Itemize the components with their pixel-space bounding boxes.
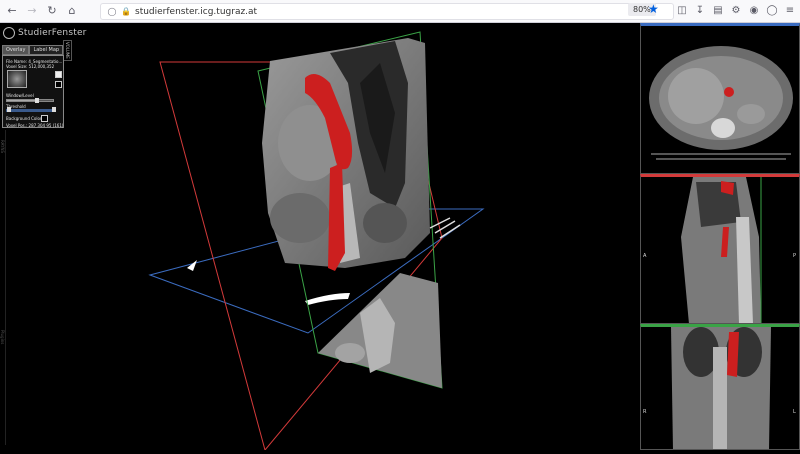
sagittal-slice-image[interactable]: A P	[641, 177, 800, 324]
aorta-segmentation	[724, 87, 734, 97]
reload-icon[interactable]: ↻	[44, 3, 60, 19]
couch-stripes	[429, 217, 461, 239]
kidney-region	[737, 104, 765, 124]
coronal-slice-image[interactable]: R L	[641, 327, 800, 450]
side-label-rayns[interactable]: RAYNS	[0, 140, 5, 153]
shield-icon[interactable]: ◯	[766, 4, 778, 18]
vertebra	[335, 343, 365, 363]
axial-slice-image[interactable]	[641, 26, 800, 174]
logo-text: StudierFenster	[18, 28, 87, 38]
background-color-label: Background Color	[6, 116, 42, 121]
shield-icon[interactable]: ◯	[107, 7, 117, 17]
lung-region	[696, 182, 741, 227]
threshold-slider[interactable]	[6, 107, 56, 112]
browser-tools: ◫ ↧ ▤ ⚙ ◉ ◯ ≡	[676, 4, 796, 18]
volume-panel: File Name: 4_Segmentatio... Voxel Size: …	[2, 55, 64, 128]
background-color-swatch[interactable]	[41, 115, 48, 122]
voxel-size: Voxel Size: 512,000,352	[6, 64, 55, 69]
orientation-anterior: A	[643, 253, 647, 259]
home-icon[interactable]: ⌂	[64, 3, 80, 19]
aorta-segmentation	[328, 163, 345, 271]
3d-viewport[interactable]	[0, 23, 640, 452]
star-icon[interactable]: ★	[648, 2, 659, 16]
account-icon[interactable]: ◉	[748, 4, 760, 18]
address-bar[interactable]: ◯ 🔒 studierfenster.icg.tugraz.at	[100, 3, 674, 20]
menu-icon[interactable]: ≡	[784, 4, 796, 18]
extensions-icon[interactable]: ⚙	[730, 4, 742, 18]
tab-overlay[interactable]: Overlay	[2, 45, 30, 55]
liver-region	[270, 193, 330, 243]
browser-toolbar: ← → ↻ ⌂ ◯ 🔒 studierfenster.icg.tugraz.at…	[0, 0, 800, 23]
url-text[interactable]: studierfenster.icg.tugraz.at	[135, 7, 257, 17]
window-level-fill	[7, 100, 35, 101]
orientation-left: L	[793, 409, 796, 415]
app-logo[interactable]: StudierFenster	[3, 27, 87, 39]
liver-region	[668, 68, 724, 124]
pocket-icon[interactable]: ◫	[676, 4, 688, 18]
orientation-right: R	[643, 409, 647, 415]
threshold-knob-max[interactable]	[52, 107, 56, 112]
spine-region	[713, 347, 727, 449]
couch-artifact	[187, 260, 197, 271]
download-icon[interactable]: ↧	[694, 4, 706, 18]
window-level-slider[interactable]	[6, 98, 54, 103]
voxel-position: Voxel Pos.: 287 304 95 (161)	[6, 123, 64, 128]
side-label-plugins[interactable]: Plugins	[0, 330, 5, 344]
3d-render[interactable]	[0, 23, 640, 452]
back-arrow-icon[interactable]: ←	[4, 3, 20, 19]
color-swatch[interactable]	[55, 71, 62, 78]
logo-mark-icon	[3, 27, 15, 39]
spine-region	[711, 118, 735, 138]
slice-views: A P R L	[640, 23, 800, 450]
kidney-region	[363, 203, 407, 243]
color-swatch-dark[interactable]	[55, 81, 62, 88]
sagittal-view[interactable]: A P	[640, 174, 800, 324]
lock-icon[interactable]: 🔒	[121, 7, 131, 17]
panel-tabs: Overlay Label Map	[2, 45, 64, 55]
reader-icon[interactable]: ▤	[712, 4, 724, 18]
window-level-knob[interactable]	[35, 98, 39, 103]
side-toolbar: RAYNS Plugins	[0, 130, 6, 445]
threshold-knob-min[interactable]	[7, 107, 11, 112]
coronal-view[interactable]: R L	[640, 324, 800, 450]
tab-label-map[interactable]: Label Map	[29, 45, 64, 55]
volume-thumbnail[interactable]	[7, 70, 27, 88]
volume-tab[interactable]: VOLUME	[63, 40, 72, 61]
couch-artifact	[305, 293, 350, 305]
orientation-posterior: P	[793, 253, 796, 259]
window-level-label: Window/Level	[6, 93, 34, 98]
aorta-segmentation	[727, 332, 739, 377]
couch-lines	[651, 153, 791, 160]
forward-arrow-icon[interactable]: →	[24, 3, 40, 19]
axial-view[interactable]	[640, 23, 800, 174]
